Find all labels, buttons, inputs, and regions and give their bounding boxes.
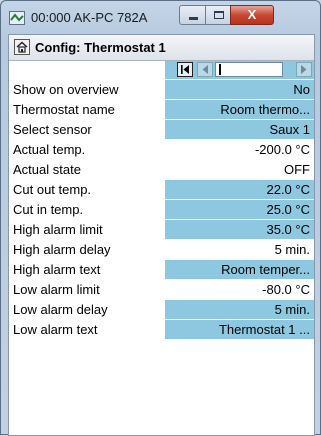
parameter-value: OFF bbox=[165, 160, 314, 179]
parameter-label: Cut out temp. bbox=[13, 182, 92, 197]
record-navigator bbox=[9, 61, 314, 79]
parameter-value: -80.0 °C bbox=[165, 280, 314, 299]
app-icon[interactable] bbox=[9, 11, 25, 25]
parameter-label: Actual state bbox=[13, 162, 81, 177]
parameter-row: High alarm delay 5 min. bbox=[9, 240, 314, 260]
parameter-label: High alarm delay bbox=[13, 242, 111, 257]
parameter-label: High alarm limit bbox=[13, 222, 103, 237]
parameter-row: Show on overview No bbox=[9, 80, 314, 100]
parameter-value[interactable]: 5 min. bbox=[165, 300, 314, 319]
page-title: Config: Thermostat 1 bbox=[35, 40, 166, 55]
parameter-value[interactable]: Thermostat 1 ... bbox=[165, 320, 314, 339]
nav-prev-icon[interactable] bbox=[197, 62, 213, 77]
window-title: 00:000 AK-PC 782A bbox=[31, 10, 148, 25]
parameter-label: Low alarm text bbox=[13, 322, 98, 337]
nav-next-icon[interactable] bbox=[296, 62, 312, 77]
parameter-row: Thermostat name Room thermo... bbox=[9, 100, 314, 120]
parameter-value[interactable]: No bbox=[165, 80, 314, 99]
maximize-button[interactable] bbox=[205, 5, 231, 25]
record-slider[interactable] bbox=[215, 62, 283, 77]
parameter-value[interactable]: 25.0 °C bbox=[165, 200, 314, 219]
parameter-label: High alarm text bbox=[13, 262, 101, 277]
parameter-label: Thermostat name bbox=[13, 102, 115, 117]
parameter-value[interactable]: 22.0 °C bbox=[165, 180, 314, 199]
app-window: 00:000 AK-PC 782A X Config: Thermostat 1 bbox=[0, 0, 321, 436]
parameter-row: Actual temp. -200.0 °C bbox=[9, 140, 314, 160]
parameter-row: Cut out temp. 22.0 °C bbox=[9, 180, 314, 200]
config-panel: Config: Thermostat 1 Show on overview No… bbox=[8, 34, 315, 436]
parameter-row: Low alarm text Thermostat 1 ... bbox=[9, 320, 314, 340]
parameter-label: Show on overview bbox=[13, 82, 119, 97]
title-bar[interactable]: 00:000 AK-PC 782A X bbox=[1, 1, 320, 35]
parameter-value[interactable]: Room thermo... bbox=[165, 100, 314, 119]
parameter-value[interactable]: Room temper... bbox=[165, 260, 314, 279]
parameter-row: Low alarm delay 5 min. bbox=[9, 300, 314, 320]
panel-header: Config: Thermostat 1 bbox=[9, 35, 314, 61]
slider-thumb[interactable] bbox=[219, 64, 221, 75]
home-icon[interactable] bbox=[14, 39, 30, 55]
parameter-label: Actual temp. bbox=[13, 142, 86, 157]
parameter-label: Low alarm limit bbox=[13, 282, 100, 297]
parameter-label: Select sensor bbox=[13, 122, 92, 137]
parameter-row: Select sensor Saux 1 bbox=[9, 120, 314, 140]
parameter-row: Low alarm limit -80.0 °C bbox=[9, 280, 314, 300]
parameter-value[interactable]: Saux 1 bbox=[165, 120, 314, 139]
close-button[interactable]: X bbox=[230, 5, 274, 25]
parameter-value[interactable]: 35.0 °C bbox=[165, 220, 314, 239]
close-icon: X bbox=[247, 7, 257, 22]
parameter-label: Low alarm delay bbox=[13, 302, 108, 317]
nav-first-icon[interactable] bbox=[177, 62, 193, 77]
parameter-value: -200.0 °C bbox=[165, 140, 314, 159]
parameter-row: Actual state OFF bbox=[9, 160, 314, 180]
parameter-row: Cut in temp. 25.0 °C bbox=[9, 200, 314, 220]
minimize-button[interactable] bbox=[179, 5, 206, 25]
parameter-list: Show on overview No Thermostat name Room th… bbox=[9, 80, 314, 340]
parameter-row: High alarm text Room temper... bbox=[9, 260, 314, 280]
parameter-value: 5 min. bbox=[165, 240, 314, 259]
parameter-row: High alarm limit 35.0 °C bbox=[9, 220, 314, 240]
parameter-label: Cut in temp. bbox=[13, 202, 84, 217]
